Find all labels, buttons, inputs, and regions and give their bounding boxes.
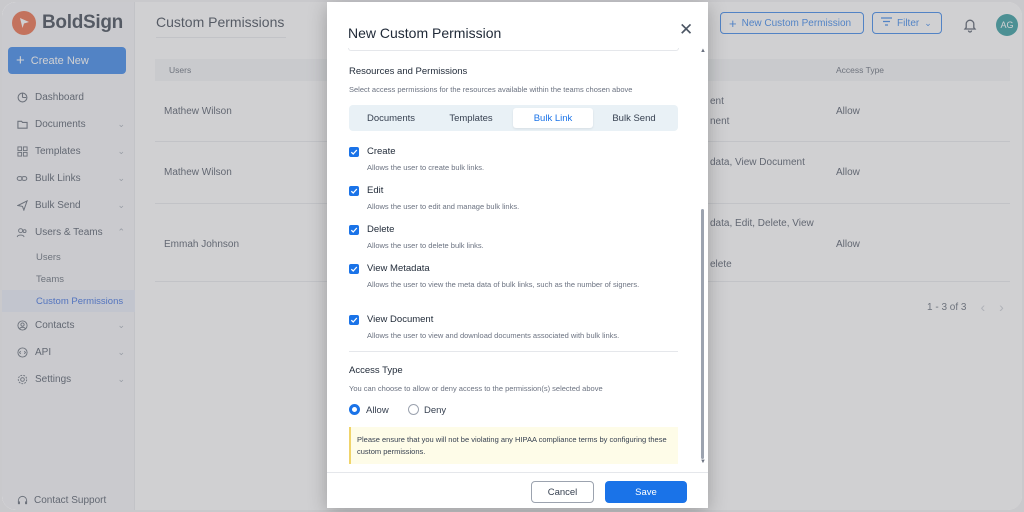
permission-description: Allows the user to delete bulk links. [367, 241, 484, 250]
permission-label: View Metadata [367, 263, 430, 274]
permission-description: Allows the user to view the meta data of… [367, 280, 640, 289]
permission-create: Create Allows the user to create bulk li… [349, 146, 669, 175]
dialog-footer: Cancel Save [327, 472, 708, 508]
delete-checkbox[interactable] [349, 225, 359, 235]
access-type-description: You can choose to allow or deny access t… [349, 384, 603, 393]
scroll-down-arrow[interactable]: ▼ [700, 459, 706, 465]
edit-checkbox[interactable] [349, 186, 359, 196]
resources-description: Select access permissions for the resour… [349, 85, 633, 94]
scrollbar-thumb[interactable] [701, 209, 704, 459]
permission-description: Allows the user to view and download doc… [367, 331, 620, 340]
create-checkbox[interactable] [349, 147, 359, 157]
save-button[interactable]: Save [605, 481, 687, 503]
permission-label: Edit [367, 185, 384, 196]
tab-documents[interactable]: Documents [353, 108, 429, 128]
cancel-button[interactable]: Cancel [531, 481, 594, 503]
permission-delete: Delete Allows the user to delete bulk li… [349, 224, 669, 253]
tab-bulk-send[interactable]: Bulk Send [595, 108, 673, 128]
resources-title: Resources and Permissions [349, 66, 468, 77]
permission-label: Create [367, 146, 396, 157]
view-metadata-checkbox[interactable] [349, 264, 359, 274]
divider [349, 351, 678, 352]
close-icon[interactable]: ✕ [679, 21, 693, 38]
scroll-up-arrow[interactable]: ▲ [700, 48, 706, 54]
access-type-title: Access Type [349, 365, 403, 376]
resource-tabs: Documents Templates Bulk Link Bulk Send [349, 105, 678, 131]
deny-radio[interactable] [408, 404, 419, 415]
deny-label: Deny [424, 405, 447, 416]
allow-radio[interactable] [349, 404, 360, 415]
new-custom-permission-dialog: New Custom Permission ✕ Resources and Pe… [327, 2, 708, 508]
permission-description: Allows the user to edit and manage bulk … [367, 202, 520, 211]
dialog-title: New Custom Permission [348, 25, 502, 41]
permission-label: View Document [367, 314, 434, 325]
permission-view-document: View Document Allows the user to view an… [349, 314, 669, 343]
previous-field-edge [348, 48, 679, 51]
allow-label: Allow [366, 405, 389, 416]
permission-edit: Edit Allows the user to edit and manage … [349, 185, 669, 214]
hipaa-notice: Please ensure that you will not be viola… [349, 427, 678, 464]
tab-bulk-link[interactable]: Bulk Link [513, 108, 593, 128]
view-document-checkbox[interactable] [349, 315, 359, 325]
tab-templates[interactable]: Templates [433, 108, 509, 128]
permission-label: Delete [367, 224, 395, 235]
permission-description: Allows the user to create bulk links. [367, 163, 485, 172]
permission-view-metadata: View Metadata Allows the user to view th… [349, 263, 669, 304]
